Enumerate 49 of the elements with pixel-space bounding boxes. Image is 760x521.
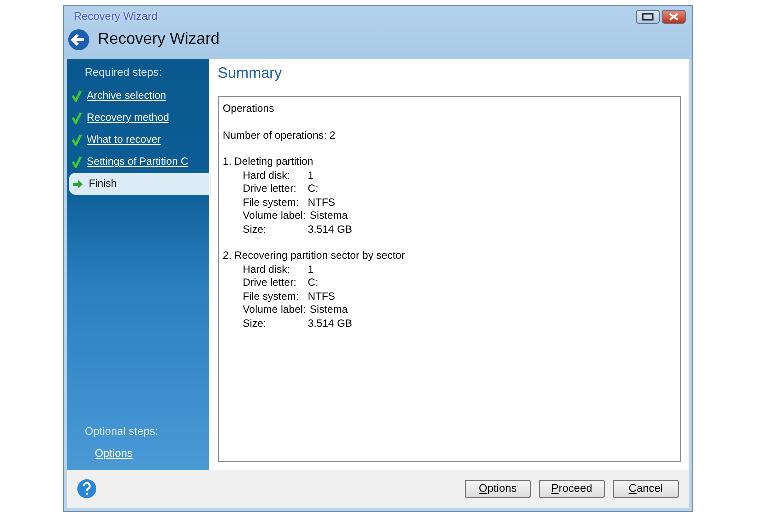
section-heading: Required steps: bbox=[85, 67, 162, 79]
arrow-icon bbox=[73, 178, 84, 190]
back-button[interactable] bbox=[68, 29, 90, 51]
operations-count: Number of operations: 2 bbox=[223, 130, 336, 143]
check-icon bbox=[72, 156, 82, 168]
operation-title: 1. Deleting partition bbox=[223, 156, 314, 170]
dialog-button[interactable]: Cancel bbox=[613, 480, 679, 498]
check-icon bbox=[72, 134, 82, 146]
detail-value: C: bbox=[308, 277, 318, 290]
step-item[interactable]: Recovery method bbox=[67, 107, 204, 129]
help-icon bbox=[77, 479, 97, 499]
dialog-button[interactable]: Options bbox=[465, 480, 531, 498]
close-icon bbox=[669, 13, 679, 21]
dialog-button[interactable]: Proceed bbox=[539, 480, 605, 498]
page-title: Summary bbox=[218, 65, 284, 82]
step-item[interactable]: What to recover bbox=[67, 129, 204, 151]
help-button[interactable] bbox=[77, 479, 97, 499]
current-step-item[interactable]: Finish bbox=[69, 173, 211, 195]
step-item[interactable]: Archive selection bbox=[67, 85, 204, 107]
operation-title: 2. Recovering partition sector by sector bbox=[223, 250, 406, 264]
detail-value: C: bbox=[308, 183, 318, 196]
detail-label: Volume label: bbox=[243, 304, 308, 318]
detail-label: Hard disk: bbox=[243, 170, 292, 183]
section-heading: Optional steps: bbox=[85, 426, 158, 438]
detail-label: File system: bbox=[243, 290, 300, 304]
close-button[interactable] bbox=[662, 10, 686, 24]
detail-label: Size: bbox=[243, 224, 268, 237]
restore-button[interactable] bbox=[636, 10, 660, 24]
detail-value: 1 bbox=[308, 170, 314, 183]
detail-value: 3.514 GB bbox=[308, 318, 352, 331]
check-icon bbox=[72, 90, 82, 102]
detail-value: 1 bbox=[308, 264, 314, 277]
detail-label: Size: bbox=[243, 318, 268, 331]
step-item[interactable]: Settings of Partition C bbox=[67, 151, 204, 173]
check-icon bbox=[72, 112, 82, 124]
detail-value: NTFS bbox=[308, 290, 336, 304]
detail-label: Drive letter: bbox=[243, 183, 298, 196]
window-title: Recovery Wizard bbox=[74, 11, 158, 23]
detail-label: Hard disk: bbox=[243, 264, 292, 277]
detail-label: Volume label: bbox=[243, 210, 308, 224]
wizard-header: Recovery Wizard bbox=[98, 31, 220, 49]
detail-label: File system: bbox=[243, 196, 300, 210]
restore-icon bbox=[642, 13, 654, 21]
detail-value: Sistema bbox=[310, 304, 348, 318]
summary-heading: Operations bbox=[223, 103, 274, 116]
detail-value: NTFS bbox=[308, 196, 336, 210]
detail-label: Drive letter: bbox=[243, 277, 298, 290]
detail-value: 3.514 GB bbox=[308, 224, 352, 237]
detail-value: Sistema bbox=[310, 210, 348, 224]
